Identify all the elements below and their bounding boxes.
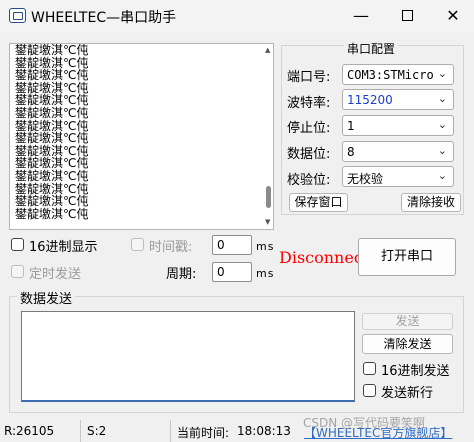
received-count: R:26105 (4, 424, 55, 438)
send-group-title: 数据发送 (17, 288, 76, 307)
hex-display-checkbox[interactable] (11, 238, 24, 251)
chevron-down-icon: ⌄ (437, 144, 447, 157)
period-unit: ms (256, 267, 275, 280)
timestamp-unit: ms (256, 240, 275, 253)
scroll-up-icon[interactable]: ▲ (265, 46, 270, 54)
receive-line: 鐢靛墽淇℃伅 (15, 131, 89, 146)
receive-textarea[interactable]: 鐢靛墽淇℃伅 鐢靛墽淇℃伅 鐢靛墽淇℃伅 鐢靛墽淇℃伅 鐢靛墽淇℃伅 鐢靛墽淇℃伅 鐢靛墽淇… (9, 43, 274, 230)
close-button[interactable]: ✕ (430, 0, 474, 32)
hex-display-label: 16进制显示 (29, 240, 98, 255)
parity-value: 无校验 (347, 172, 384, 186)
port-select[interactable]: COM3:STMicro ⌄ (342, 64, 454, 85)
data-bits-select[interactable]: 8 ⌄ (342, 141, 454, 162)
receive-line: 鐢靛墽淇℃伅 (15, 206, 89, 221)
send-newline-checkbox[interactable] (363, 384, 376, 397)
save-window-button[interactable]: 保存窗口 (289, 193, 348, 212)
data-bits-value: 8 (347, 145, 355, 159)
timed-send-checkbox[interactable] (11, 265, 24, 278)
receive-lines: 鐢靛墽淇℃伅 鐢靛墽淇℃伅 鐢靛墽淇℃伅 鐢靛墽淇℃伅 鐢靛墽淇℃伅 鐢靛墽淇℃伅 鐢靛墽淇… (15, 44, 255, 220)
port-label: 端口号: (287, 70, 331, 85)
timestamp-checkbox[interactable] (131, 238, 144, 251)
period-input[interactable]: 0 (212, 262, 252, 282)
receive-line: 鐢靛墽淇℃伅 (15, 43, 89, 57)
chevron-down-icon: ⌄ (437, 67, 447, 80)
receive-line: 鐢靛墽淇℃伅 (15, 68, 89, 83)
receive-scrollbar[interactable]: ▲ ▼ (265, 46, 273, 228)
baud-label: 波特率: (287, 96, 331, 111)
send-button[interactable]: 发送 (362, 313, 453, 330)
receive-line: 鐢靛墽淇℃伅 (15, 105, 89, 120)
data-bits-label: 数据位: (287, 147, 331, 162)
period-value: 0 (217, 265, 225, 279)
app-icon (9, 8, 26, 23)
timed-send-label: 定时发送 (29, 267, 82, 282)
current-time-label: 当前时间: (177, 426, 230, 440)
port-value: COM3:STMicro (347, 68, 434, 82)
clear-receive-button[interactable]: 清除接收 (401, 193, 461, 212)
maximize-button[interactable] (384, 0, 430, 32)
stop-bits-select[interactable]: 1 ⌄ (342, 115, 454, 136)
current-time-value: 18:08:13 (237, 424, 291, 438)
hex-send-label: 16进制发送 (381, 364, 450, 379)
hex-send-checkbox[interactable] (363, 362, 376, 375)
parity-label: 校验位: (287, 173, 331, 188)
scroll-thumb[interactable] (266, 186, 271, 208)
scroll-down-icon[interactable]: ▼ (265, 218, 270, 226)
maximize-icon (401, 10, 413, 21)
chevron-down-icon: ⌄ (437, 169, 447, 182)
chevron-down-icon: ⌄ (437, 118, 447, 131)
connection-status: Disconnec (279, 248, 363, 267)
baud-value: 115200 (347, 93, 393, 107)
stop-bits-value: 1 (347, 119, 355, 133)
clear-send-button[interactable]: 清除发送 (362, 334, 453, 354)
send-textarea[interactable] (21, 311, 355, 402)
timestamp-label: 时间戳: (149, 240, 193, 255)
baud-select[interactable]: 115200 ⌄ (342, 89, 454, 110)
sent-count: S:2 (87, 424, 107, 438)
send-newline-label: 发送新行 (381, 386, 434, 401)
watermark: CSDN @写代码要笑啊 (303, 416, 426, 430)
open-port-button[interactable]: 打开串口 (358, 238, 456, 276)
chevron-down-icon: ⌄ (437, 92, 447, 105)
minimize-button[interactable]: — (338, 0, 384, 32)
receive-line: 鐢靛墽淇℃伅 (15, 168, 89, 183)
parity-select[interactable]: 无校验 ⌄ (342, 166, 454, 187)
period-label: 周期: (166, 267, 197, 282)
serial-config-title: 串口配置 (344, 40, 399, 57)
receive-line: 鐢靛墽淇℃伅 (15, 194, 89, 209)
window-title: WHEELTEC—串口助手 (31, 10, 177, 26)
stop-bits-label: 停止位: (287, 121, 331, 136)
status-divider (80, 420, 81, 442)
timestamp-value: 0 (217, 238, 225, 252)
status-divider (170, 420, 171, 442)
timestamp-input[interactable]: 0 (212, 235, 252, 255)
